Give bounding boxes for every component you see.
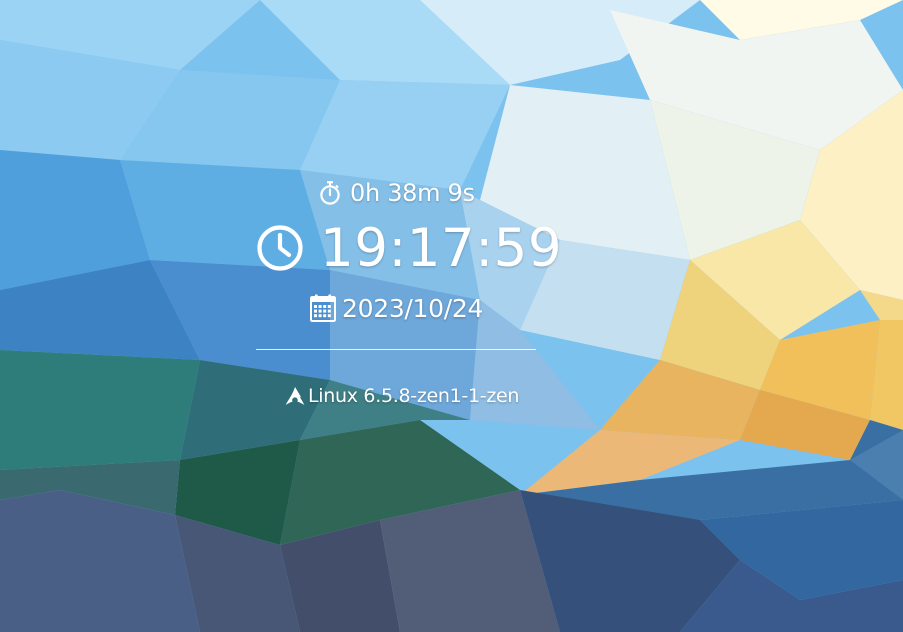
arch-linux-logo-icon <box>285 386 305 406</box>
kernel-row: Linux 6.5.8-zen1-1-zen <box>285 382 519 410</box>
desktop: 0h 38m 9s 19:17:59 2023/10/24 Linux 6.5.… <box>0 0 903 632</box>
system-info-widget: 0h 38m 9s 19:17:59 2023/10/24 Linux 6.5.… <box>0 0 903 632</box>
uptime-row: 0h 38m 9s <box>318 176 475 210</box>
kernel-text: Linux 6.5.8-zen1-1-zen <box>308 385 520 407</box>
date-text: 2023/10/24 <box>342 293 484 323</box>
stopwatch-icon <box>318 180 342 206</box>
date-row: 2023/10/24 <box>310 290 483 326</box>
time-row: 19:17:59 <box>256 214 562 282</box>
clock-icon <box>256 224 304 272</box>
calendar-icon <box>310 294 336 322</box>
time-text: 19:17:59 <box>320 217 563 279</box>
divider <box>256 349 536 350</box>
uptime-text: 0h 38m 9s <box>350 179 475 207</box>
